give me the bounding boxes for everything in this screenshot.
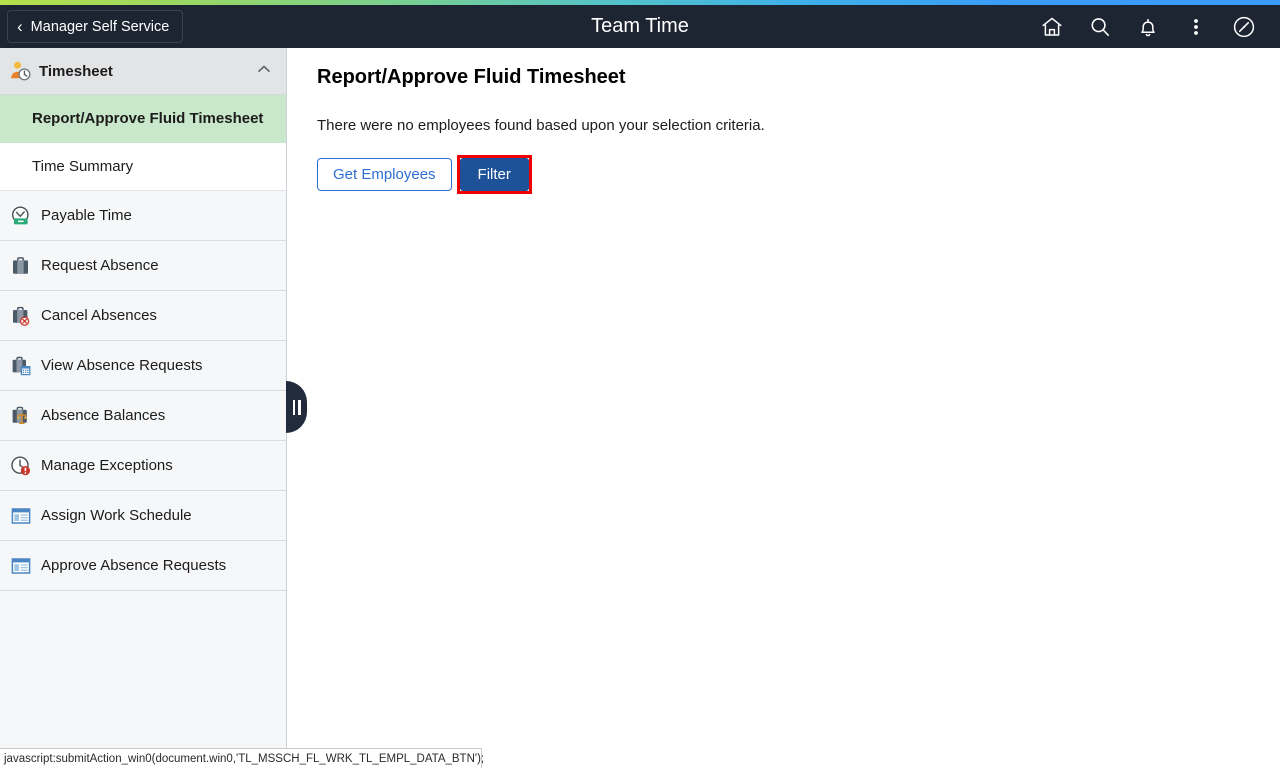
no-results-message: There were no employees found based upon… bbox=[317, 117, 1280, 134]
sidebar-item-label: Manage Exceptions bbox=[41, 457, 173, 474]
filter-button[interactable]: Filter bbox=[460, 158, 529, 191]
sidebar-subitem-label: Time Summary bbox=[32, 158, 133, 175]
handle-bar-right bbox=[298, 400, 301, 415]
back-button-label: Manager Self Service bbox=[31, 19, 170, 35]
sidebar-item-time-summary[interactable]: Time Summary bbox=[0, 143, 286, 191]
sidebar-item-request-absence[interactable]: Request Absence bbox=[0, 241, 286, 291]
back-button[interactable]: ‹ Manager Self Service bbox=[7, 10, 183, 43]
app-header: ‹ Manager Self Service Team Time bbox=[0, 5, 1280, 48]
sidebar-group-label: Timesheet bbox=[39, 63, 113, 80]
briefcase-calendar-icon bbox=[8, 353, 34, 379]
main-content: Report/Approve Fluid Timesheet There wer… bbox=[288, 48, 1280, 748]
sidebar-item-cancel-absences[interactable]: Cancel Absences bbox=[0, 291, 286, 341]
window-panel-icon bbox=[8, 503, 34, 529]
filter-button-highlight: Filter bbox=[457, 155, 532, 194]
clock-alert-icon bbox=[8, 453, 34, 479]
back-chevron-icon: ‹ bbox=[17, 18, 23, 35]
sidebar-item-label: Request Absence bbox=[41, 257, 159, 274]
sidebar-item-label: Absence Balances bbox=[41, 407, 165, 424]
sidebar-subitem-label: Report/Approve Fluid Timesheet bbox=[32, 110, 263, 127]
chevron-up-icon[interactable] bbox=[256, 61, 272, 82]
sidebar-item-report-approve-fluid-timesheet[interactable]: Report/Approve Fluid Timesheet bbox=[0, 95, 286, 143]
timesheet-person-clock-icon bbox=[7, 58, 33, 84]
sidebar: Timesheet Report/Approve Fluid Timesheet… bbox=[0, 48, 287, 748]
sidebar-item-manage-exceptions[interactable]: Manage Exceptions bbox=[0, 441, 286, 491]
notifications-icon[interactable] bbox=[1124, 5, 1172, 48]
handle-bar-left bbox=[293, 400, 296, 415]
sidebar-item-absence-balances[interactable]: Absence Balances bbox=[0, 391, 286, 441]
window-panel-icon bbox=[8, 553, 34, 579]
briefcase-icon bbox=[8, 253, 34, 279]
action-button-row: Get Employees Filter bbox=[317, 155, 1280, 194]
page-title: Report/Approve Fluid Timesheet bbox=[317, 66, 1280, 89]
home-icon[interactable] bbox=[1028, 5, 1076, 48]
sidebar-item-assign-work-schedule[interactable]: Assign Work Schedule bbox=[0, 491, 286, 541]
header-actions bbox=[1028, 5, 1280, 48]
briefcase-balance-icon bbox=[8, 403, 34, 429]
search-icon[interactable] bbox=[1076, 5, 1124, 48]
sidebar-item-view-absence-requests[interactable]: View Absence Requests bbox=[0, 341, 286, 391]
navbar-compass-icon[interactable] bbox=[1220, 5, 1268, 48]
payable-time-clock-icon bbox=[8, 203, 34, 229]
sidebar-group-timesheet[interactable]: Timesheet bbox=[0, 48, 286, 95]
briefcase-cancel-icon bbox=[8, 303, 34, 329]
actions-menu-icon[interactable] bbox=[1172, 5, 1220, 48]
get-employees-button[interactable]: Get Employees bbox=[317, 158, 452, 191]
browser-status-bar: javascript:submitAction_win0(document.wi… bbox=[0, 748, 482, 768]
sidebar-item-label: Cancel Absences bbox=[41, 307, 157, 324]
sidebar-item-label: Assign Work Schedule bbox=[41, 507, 192, 524]
sidebar-item-label: View Absence Requests bbox=[41, 357, 203, 374]
sidebar-item-label: Payable Time bbox=[41, 207, 132, 224]
sidebar-item-label: Approve Absence Requests bbox=[41, 557, 226, 574]
sidebar-item-approve-absence-requests[interactable]: Approve Absence Requests bbox=[0, 541, 286, 591]
sidebar-item-payable-time[interactable]: Payable Time bbox=[0, 191, 286, 241]
